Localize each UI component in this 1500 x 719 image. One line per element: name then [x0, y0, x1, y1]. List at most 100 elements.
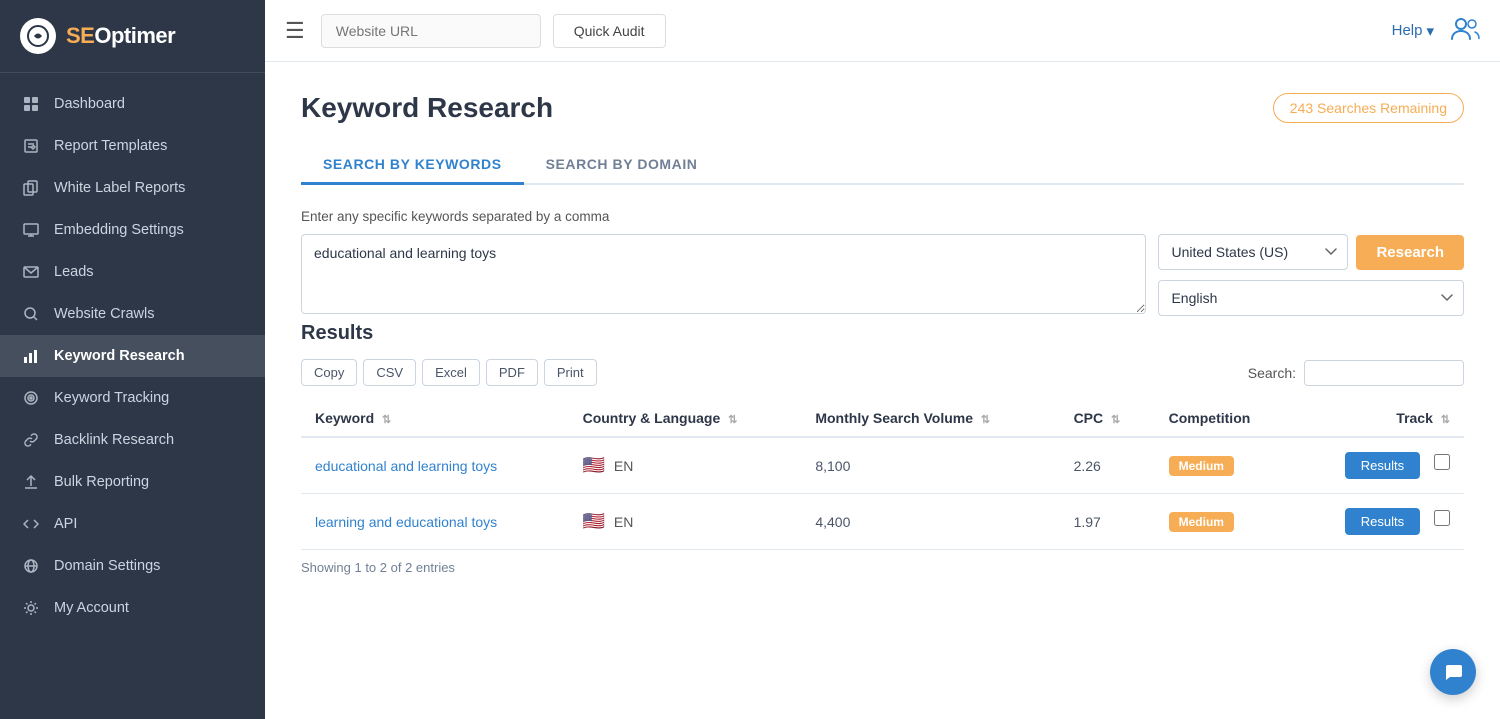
search-volume-cell: 8,100	[801, 437, 1059, 494]
sidebar-item-dashboard[interactable]: Dashboard	[0, 83, 265, 125]
mail-icon	[22, 264, 40, 280]
excel-button[interactable]: Excel	[422, 359, 480, 386]
copy-button[interactable]: Copy	[301, 359, 357, 386]
table-row: learning and educational toys 🇺🇸 EN 4,40…	[301, 494, 1464, 550]
sidebar-item-report-templates[interactable]: Report Templates	[0, 125, 265, 167]
sort-icon[interactable]: ⇅	[981, 414, 990, 426]
sort-icon[interactable]: ⇅	[382, 414, 391, 426]
sidebar-nav: Dashboard Report Templates White Label R…	[0, 73, 265, 719]
globe-icon	[22, 558, 40, 574]
competition-badge: Medium	[1169, 456, 1234, 476]
sidebar-item-label: White Label Reports	[54, 180, 185, 196]
header: ☰ Quick Audit Help ▾	[265, 0, 1500, 62]
bar-chart-icon	[22, 348, 40, 364]
sort-icon[interactable]: ⇅	[1111, 414, 1120, 426]
keyword-textarea[interactable]: educational and learning toys	[301, 234, 1146, 314]
flag-icon: 🇺🇸	[583, 455, 605, 475]
quick-audit-button[interactable]: Quick Audit	[553, 14, 666, 48]
sidebar-item-white-label[interactable]: White Label Reports	[0, 167, 265, 209]
cpc-cell: 1.97	[1060, 494, 1155, 550]
country-select[interactable]: United States (US) United Kingdom (UK) C…	[1158, 234, 1348, 270]
cpc-cell: 2.26	[1060, 437, 1155, 494]
tab-search-by-keywords[interactable]: SEARCH BY KEYWORDS	[301, 146, 524, 185]
sidebar-item-label: Report Templates	[54, 138, 167, 154]
sidebar-item-label: Leads	[54, 264, 94, 280]
content-header: Keyword Research 243 Searches Remaining	[301, 92, 1464, 124]
country-language-cell: 🇺🇸 EN	[569, 494, 802, 550]
edit-icon	[22, 138, 40, 154]
logo-icon	[20, 18, 56, 54]
track-checkbox-row0[interactable]	[1434, 454, 1450, 470]
results-button-row0[interactable]: Results	[1345, 452, 1420, 479]
users-icon[interactable]	[1450, 15, 1480, 47]
track-checkbox-row1[interactable]	[1434, 510, 1450, 526]
sidebar-item-backlink-research[interactable]: Backlink Research	[0, 419, 265, 461]
search-volume-cell: 4,400	[801, 494, 1059, 550]
sidebar-item-label: Embedding Settings	[54, 222, 184, 238]
keyword-link[interactable]: learning and educational toys	[315, 514, 497, 530]
header-right: Help ▾	[1392, 15, 1480, 47]
sidebar-item-label: My Account	[54, 600, 129, 616]
keyword-form: educational and learning toys United Sta…	[301, 234, 1464, 316]
content: Keyword Research 243 Searches Remaining …	[265, 62, 1500, 719]
flag-icon: 🇺🇸	[583, 511, 605, 531]
sidebar-item-api[interactable]: API	[0, 503, 265, 545]
tab-row: SEARCH BY KEYWORDS SEARCH BY DOMAIN	[301, 146, 1464, 185]
sort-icon[interactable]: ⇅	[1441, 414, 1450, 426]
sidebar-item-keyword-tracking[interactable]: Keyword Tracking	[0, 377, 265, 419]
sort-icon[interactable]: ⇅	[728, 414, 737, 426]
sidebar-item-label: Website Crawls	[54, 306, 154, 322]
code-icon	[22, 516, 40, 532]
chat-bubble[interactable]	[1430, 649, 1476, 695]
logo[interactable]: SEOptimer	[0, 0, 265, 73]
hamburger-icon[interactable]: ☰	[285, 18, 305, 44]
upload-icon	[22, 474, 40, 490]
col-country-language: Country & Language ⇅	[569, 400, 802, 437]
col-competition: Competition	[1155, 400, 1295, 437]
sidebar-item-label: Backlink Research	[54, 432, 174, 448]
results-title: Results	[301, 322, 1464, 345]
col-monthly-search-volume: Monthly Search Volume ⇅	[801, 400, 1059, 437]
keyword-link[interactable]: educational and learning toys	[315, 458, 497, 474]
competition-badge: Medium	[1169, 512, 1234, 532]
link-icon	[22, 432, 40, 448]
competition-cell: Medium	[1155, 494, 1295, 550]
language-select[interactable]: English Spanish French German	[1158, 280, 1464, 316]
results-table: Keyword ⇅ Country & Language ⇅ Monthly S…	[301, 400, 1464, 550]
settings-icon	[22, 600, 40, 616]
col-track: Track ⇅	[1294, 400, 1464, 437]
research-button[interactable]: Research	[1356, 235, 1464, 270]
page-title: Keyword Research	[301, 92, 553, 124]
sidebar-item-bulk-reporting[interactable]: Bulk Reporting	[0, 461, 265, 503]
grid-icon	[22, 96, 40, 112]
track-cell: Results	[1294, 437, 1464, 494]
results-button-row1[interactable]: Results	[1345, 508, 1420, 535]
help-button[interactable]: Help ▾	[1392, 22, 1434, 40]
table-search-input[interactable]	[1304, 360, 1464, 386]
print-button[interactable]: Print	[544, 359, 597, 386]
showing-text: Showing 1 to 2 of 2 entries	[301, 560, 1464, 575]
url-input[interactable]	[321, 14, 541, 48]
logo-text: SEOptimer	[66, 23, 175, 49]
sidebar-item-label: Keyword Tracking	[54, 390, 169, 406]
table-search-label: Search:	[1248, 365, 1296, 381]
tab-search-by-domain[interactable]: SEARCH BY DOMAIN	[524, 146, 720, 185]
sidebar-item-leads[interactable]: Leads	[0, 251, 265, 293]
lang-code: EN	[614, 514, 633, 530]
col-keyword: Keyword ⇅	[301, 400, 569, 437]
sidebar-item-keyword-research[interactable]: Keyword Research	[0, 335, 265, 377]
searches-badge: 243 Searches Remaining	[1273, 93, 1464, 123]
sidebar-item-my-account[interactable]: My Account	[0, 587, 265, 629]
main-panel: ☰ Quick Audit Help ▾ Keyword Research 24…	[265, 0, 1500, 719]
sidebar: SEOptimer Dashboard Report Templates Whi…	[0, 0, 265, 719]
track-cell: Results	[1294, 494, 1464, 550]
export-row: Copy CSV Excel PDF Print Search:	[301, 359, 1464, 386]
sidebar-item-domain-settings[interactable]: Domain Settings	[0, 545, 265, 587]
csv-button[interactable]: CSV	[363, 359, 416, 386]
sidebar-item-website-crawls[interactable]: Website Crawls	[0, 293, 265, 335]
sidebar-item-label: Keyword Research	[54, 348, 185, 364]
keyword-cell: learning and educational toys	[301, 494, 569, 550]
table-search-row: Search:	[1248, 360, 1464, 386]
pdf-button[interactable]: PDF	[486, 359, 538, 386]
sidebar-item-embedding[interactable]: Embedding Settings	[0, 209, 265, 251]
